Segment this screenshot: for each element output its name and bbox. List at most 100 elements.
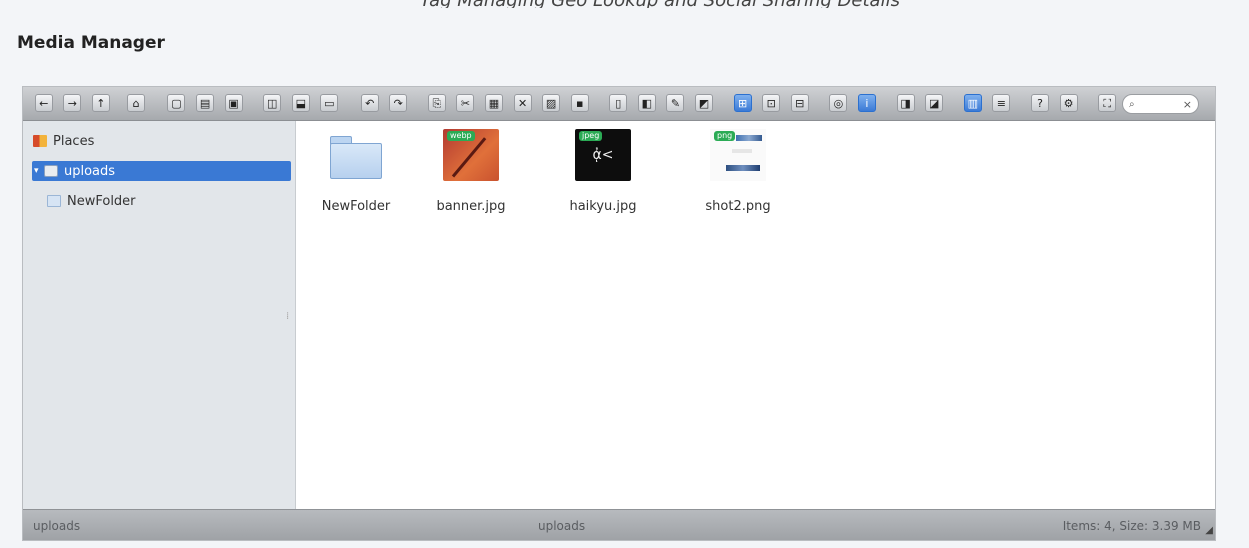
folder-icon [47,195,61,207]
sidebar: Places ▾ uploads NewFolder ⁞ [23,121,296,509]
status-path-left: uploads [33,519,81,533]
sort-button[interactable]: ◪ [925,94,944,112]
delete-icon: ✕ [517,96,528,110]
forward-icon: → [67,96,77,110]
up-button[interactable]: ↑ [91,94,110,112]
search-box[interactable]: ⌕ × [1122,94,1199,114]
sort-icon: ◪ [928,96,940,110]
expand-arrow-icon[interactable]: ▾ [34,166,44,176]
sidebar-item-label: uploads [64,163,116,179]
folder-thumbnail [328,129,384,181]
preview-icon: ◨ [900,96,911,110]
save-icon: ▣ [228,96,239,110]
copy-button[interactable]: ⎘ [427,94,446,112]
status-bar: uploads uploads Items: 4, Size: 3.39 MB … [23,509,1215,540]
rename-button[interactable]: ◧ [637,94,656,112]
duplicate-icon: ▯ [615,96,622,110]
clear-search-icon[interactable]: × [1183,98,1192,111]
fullscreen-button[interactable]: ⛶ [1098,94,1117,112]
search-adv-icon: ⊟ [795,96,805,110]
info-button[interactable]: i [857,94,876,112]
file-item-newfolder[interactable]: NewFolder [306,129,406,214]
mkfile-button[interactable]: ▤ [196,94,215,112]
file-type-badge: png [714,131,736,141]
resize-icon: ◩ [698,96,710,110]
getfile-icon: ▭ [324,96,335,110]
help-button[interactable]: ? [1031,94,1049,112]
delete-button[interactable]: ✕ [513,94,532,112]
back-icon: ← [39,96,49,110]
cut-button[interactable]: ✂ [456,94,475,112]
hide-button[interactable]: ▪ [570,94,589,112]
hide-icon: ▪ [575,96,584,110]
status-path-center: uploads [538,519,586,533]
fullscreen-icon: ⛶ [1103,96,1112,110]
resize-grip-icon[interactable]: ◢ [1205,525,1213,536]
empty-button[interactable]: ▨ [542,94,561,112]
resize-button[interactable]: ◩ [695,94,713,112]
open-button[interactable]: ◫ [263,94,282,112]
file-name: NewFolder [321,199,391,214]
save-button[interactable]: ▣ [224,94,243,112]
rename-icon: ◧ [641,96,653,110]
archive-button[interactable]: ⊡ [762,94,781,112]
folder-icon [330,136,382,180]
icons-view-icon: ▥ [967,96,978,110]
archive-icon: ⊡ [766,96,776,110]
up-icon: ↑ [96,96,106,110]
clipped-heading-text: Tag Managing Geo Lookup and Social Shari… [420,0,900,8]
redo-icon: ↷ [393,96,403,110]
search-adv-button[interactable]: ⊟ [790,94,809,112]
list-view-icon: ≡ [996,96,1006,110]
undo-icon: ↶ [365,96,375,110]
preview-button[interactable]: ◨ [896,94,915,112]
getfile-button[interactable]: ▭ [320,94,339,112]
image-thumbnail: webp [443,129,499,181]
file-name: haikyu.jpg [569,199,637,214]
sidebar-item-places[interactable]: Places [33,131,94,151]
mkdir-button[interactable]: ▢ [167,94,186,112]
help-icon: ? [1037,96,1043,110]
home-button[interactable]: ⌂ [127,94,146,112]
edit-icon: ✎ [670,96,681,110]
page-title: Media Manager [17,33,165,53]
sidebar-item-label: NewFolder [67,193,136,209]
chmod-icon: ◎ [833,96,844,110]
paste-icon: ▦ [488,96,500,110]
list-view-button[interactable]: ≡ [992,94,1011,112]
file-name: banner.jpg [436,199,506,214]
forward-button[interactable]: → [63,94,82,112]
file-manager: ⛶ ⚙? ≡ ▥ ◪ ◨ i ◎ ⊟ ⊡ ⊞ ◩ ✎ ◧ ▯ ▪ ▨ ✕ ▦ ✂ ⎘ ↷ ↶ ▭ ⬓ ◫ ▣ ▤ ▢ ⌂ ↑ → ← ⌕ × P… [22,86,1216,541]
file-item-banner[interactable]: webp banner.jpg [421,129,521,214]
home-icon: ⌂ [132,96,140,110]
sidebar-item-uploads[interactable]: ▾ uploads [32,161,291,181]
edit-button[interactable]: ✎ [666,94,685,112]
icons-view-button[interactable]: ▥ [963,94,982,112]
back-button[interactable]: ← [34,94,53,112]
paste-button[interactable]: ▦ [485,94,503,112]
redo-button[interactable]: ↷ [389,94,408,112]
open-icon: ◫ [267,96,278,110]
chmod-button[interactable]: ◎ [829,94,848,112]
info-icon: i [865,96,869,110]
undo-button[interactable]: ↶ [360,94,379,112]
file-item-shot2[interactable]: png shot2.png [688,129,788,214]
download-button[interactable]: ⬓ [291,94,310,112]
mkfile-icon: ▤ [199,96,211,110]
preferences-icon: ⚙ [1063,96,1074,110]
mkdir-icon: ▢ [171,96,182,110]
duplicate-button[interactable]: ▯ [609,94,628,112]
file-grid: NewFolder webp banner.jpg ᾀ< jpeg haikyu… [297,121,1215,509]
sidebar-resize-handle[interactable]: ⁞ [286,311,289,322]
file-name: shot2.png [705,199,771,214]
preferences-button[interactable]: ⚙ [1059,94,1078,112]
drive-icon [44,165,58,177]
cut-icon: ✂ [460,96,471,110]
extract-button[interactable]: ⊞ [733,94,752,112]
image-thumbnail: ᾀ< jpeg [575,129,631,181]
sidebar-item-newfolder[interactable]: NewFolder [47,191,136,211]
copy-icon: ⎘ [432,96,442,110]
file-type-badge: jpeg [579,131,603,141]
file-item-haikyu[interactable]: ᾀ< jpeg haikyu.jpg [553,129,653,214]
extract-icon: ⊞ [738,96,748,110]
